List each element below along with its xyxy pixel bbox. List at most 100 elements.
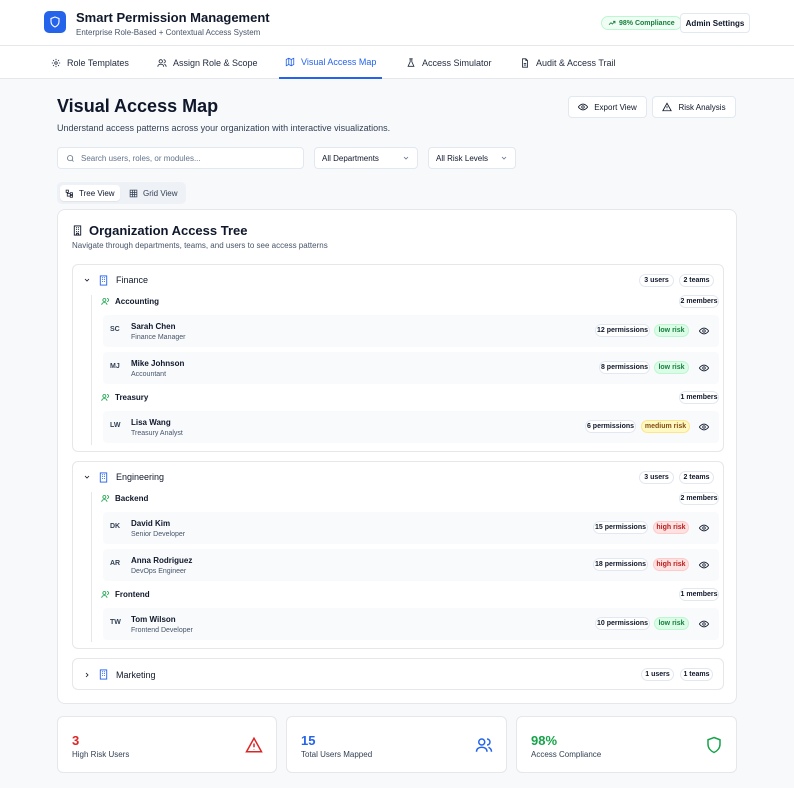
user-row[interactable]: SC Sarah Chen Finance Manager 12 permiss… — [103, 315, 719, 347]
permissions-badge: 10 permissions — [595, 617, 650, 630]
team-name: Treasury — [115, 392, 149, 402]
teams-count-badge: 1 teams — [680, 668, 713, 681]
permissions-badge: 18 permissions — [593, 558, 648, 571]
avatar: TW — [110, 619, 121, 626]
admin-settings-button[interactable]: Admin Settings — [680, 13, 750, 33]
view-user-icon[interactable] — [699, 619, 709, 629]
department-header[interactable]: Engineering — [83, 462, 164, 492]
risk-badge: low risk — [654, 324, 689, 337]
risk-level-select-value: All Risk Levels — [436, 153, 489, 163]
department-name: Marketing — [116, 669, 156, 680]
avatar: SC — [110, 326, 120, 333]
department-select[interactable]: All Departments — [314, 147, 418, 169]
building-icon — [73, 225, 82, 236]
department-finance: Finance 3 users 2 teams Accounting 2 mem… — [72, 264, 724, 452]
chevron-down-icon — [403, 156, 409, 160]
user-role: Treasury Analyst — [131, 430, 183, 437]
users-icon — [475, 738, 493, 752]
department-engineering: Engineering 3 users 2 teams Backend 2 me… — [72, 461, 724, 649]
avatar: AR — [110, 560, 121, 567]
user-name: Sarah Chen — [131, 322, 176, 331]
user-row[interactable]: DK David Kim Senior Developer 15 permiss… — [103, 512, 719, 544]
shield-logo-icon — [44, 11, 66, 33]
department-header[interactable]: Marketing — [83, 659, 156, 690]
search-input[interactable] — [81, 153, 291, 163]
trend-up-icon — [608, 20, 616, 25]
tree-view-label: Tree View — [79, 188, 115, 198]
app-title: Smart Permission Management — [76, 10, 270, 25]
user-role: DevOps Engineer — [131, 568, 187, 575]
stat-value: 98% — [531, 733, 558, 748]
members-count-badge: 1 members — [679, 588, 719, 601]
risk-badge: high risk — [653, 558, 689, 571]
team-treasury[interactable]: Treasury — [101, 390, 148, 404]
users-icon — [101, 590, 109, 598]
compliance-badge-text: 98% Compliance — [619, 19, 675, 27]
view-user-icon[interactable] — [699, 523, 709, 533]
tree-title-text: Organization Access Tree — [89, 223, 248, 238]
building-icon — [99, 669, 108, 680]
department-header[interactable]: Finance — [83, 265, 148, 295]
stat-high-risk-users: 3 High Risk Users — [57, 716, 277, 773]
stat-value: 15 — [301, 733, 316, 748]
view-user-icon[interactable] — [699, 422, 709, 432]
tab-label: Visual Access Map — [301, 56, 377, 67]
stat-label: Total Users Mapped — [301, 750, 373, 759]
app-subtitle: Enterprise Role-Based + Contextual Acces… — [76, 28, 261, 37]
tree-description: Navigate through departments, teams, and… — [72, 241, 328, 250]
tab-visual-access-map[interactable]: Visual Access Map — [279, 46, 383, 79]
tree-connector — [91, 295, 92, 445]
tree-view-button[interactable]: Tree View — [60, 185, 120, 201]
chevron-down-icon — [84, 278, 90, 282]
risk-badge: low risk — [654, 361, 689, 374]
team-backend[interactable]: Backend — [101, 491, 148, 505]
page-title: Visual Access Map — [57, 96, 219, 116]
tab-assign-role[interactable]: Assign Role & Scope — [157, 46, 258, 79]
members-count-badge: 2 members — [679, 492, 719, 505]
tab-label: Assign Role & Scope — [173, 57, 258, 68]
view-user-icon[interactable] — [699, 560, 709, 570]
team-frontend[interactable]: Frontend — [101, 587, 150, 601]
risk-level-select[interactable]: All Risk Levels — [428, 147, 516, 169]
team-accounting[interactable]: Accounting — [101, 294, 159, 308]
chevron-right-icon — [85, 672, 89, 677]
grid-view-label: Grid View — [143, 188, 178, 198]
grid-view-button[interactable]: Grid View — [124, 185, 183, 201]
members-count-badge: 1 members — [679, 391, 719, 404]
tab-label: Role Templates — [67, 57, 129, 68]
user-row[interactable]: AR Anna Rodriguez DevOps Engineer 18 per… — [103, 549, 719, 581]
stat-value: 3 — [72, 733, 80, 748]
users-count-badge: 1 users — [641, 668, 674, 681]
user-row[interactable]: MJ Mike Johnson Accountant 8 permissions… — [103, 352, 719, 384]
department-select-value: All Departments — [322, 153, 379, 163]
tab-label: Audit & Access Trail — [536, 57, 616, 68]
tab-access-simulator[interactable]: Access Simulator — [406, 46, 492, 79]
avatar: DK — [110, 523, 121, 530]
user-name: David Kim — [131, 519, 171, 528]
shield-icon — [707, 736, 721, 754]
export-view-button[interactable]: Export View — [568, 96, 647, 118]
view-user-icon[interactable] — [699, 326, 709, 336]
user-role: Frontend Developer — [131, 627, 193, 634]
tree-connector — [91, 492, 92, 642]
user-row[interactable]: TW Tom Wilson Frontend Developer 10 perm… — [103, 608, 719, 640]
stat-access-compliance: 98% Access Compliance — [516, 716, 737, 773]
risk-analysis-button[interactable]: Risk Analysis — [652, 96, 736, 118]
user-name: Lisa Wang — [131, 418, 171, 427]
user-row[interactable]: LW Lisa Wang Treasury Analyst 6 permissi… — [103, 411, 719, 443]
alert-triangle-icon — [245, 736, 263, 753]
user-role: Finance Manager — [131, 334, 186, 341]
alert-triangle-icon — [662, 102, 673, 112]
stat-label: High Risk Users — [72, 750, 130, 759]
teams-count-badge: 2 teams — [679, 274, 714, 287]
tab-audit-trail[interactable]: Audit & Access Trail — [520, 46, 616, 79]
tree-icon — [65, 189, 73, 198]
team-name: Accounting — [115, 296, 159, 306]
search-icon — [67, 154, 74, 162]
team-name: Frontend — [115, 589, 150, 599]
tab-role-templates[interactable]: Role Templates — [51, 46, 129, 79]
teams-count-badge: 2 teams — [679, 471, 714, 484]
view-user-icon[interactable] — [699, 363, 709, 373]
permissions-badge: 12 permissions — [595, 324, 650, 337]
eye-icon — [578, 103, 589, 111]
